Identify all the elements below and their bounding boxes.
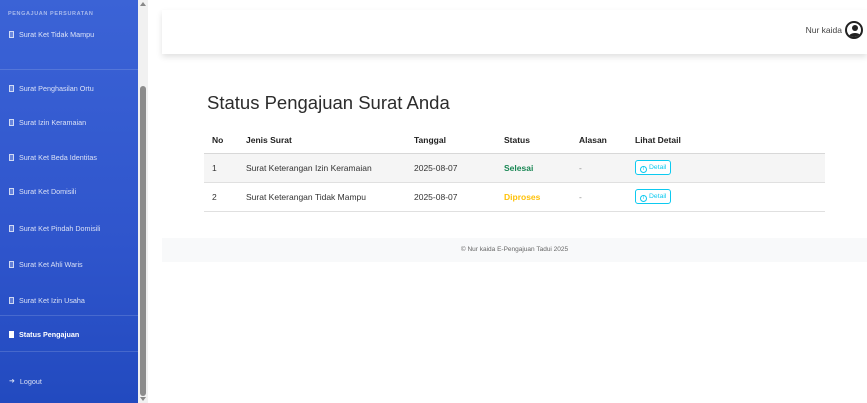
sidebar-item-surat-ket-domisili[interactable]: Surat Ket Domisili	[0, 173, 138, 209]
sidebar-item-label: Surat Izin Keramaian	[19, 117, 87, 127]
scroll-down-icon[interactable]	[140, 397, 146, 401]
sidebar-item-label: Surat Ket Pindah Domisili	[19, 223, 101, 233]
sidebar-item-surat-ket-beda-identitas[interactable]: Surat Ket Beda Identitas	[0, 139, 138, 175]
sidebar-item-surat-ket-tidak-mampu[interactable]: Surat Ket Tidak Mampu	[0, 16, 138, 52]
footer: © Nur kaida E-Pengajuan Tadui 2025	[162, 238, 867, 262]
cell-jenis-surat: Surat Keterangan Tidak Mampu	[238, 181, 406, 212]
document-icon	[9, 118, 14, 126]
cell-detail: i Detail	[627, 152, 825, 182]
sidebar-item-status-pengajuan[interactable]: Status Pengajuan	[0, 316, 138, 352]
sidebar-item-surat-ket-ahli-waris[interactable]: Surat Ket Ahli Waris	[0, 246, 138, 282]
logout-label: Logout	[19, 376, 42, 386]
sidebar-divider	[0, 351, 138, 352]
cell-alasan: -	[571, 152, 627, 182]
document-icon	[9, 224, 14, 232]
detail-label: Detail	[649, 193, 667, 200]
logout-link[interactable]: ➜ Logout	[0, 363, 138, 399]
table-icon	[9, 330, 14, 338]
sidebar-item-label: Surat Ket Tidak Mampu	[19, 29, 95, 39]
header-lihat-detail: Lihat Detail	[627, 127, 825, 154]
table-header-row: No Jenis Surat Tanggal Status Alasan Lih…	[204, 127, 825, 154]
document-icon	[9, 30, 14, 38]
header-alasan: Alasan	[571, 127, 627, 154]
user-avatar-icon[interactable]	[845, 21, 863, 39]
page-title: Status Pengajuan Surat Anda	[207, 92, 450, 113]
detail-button[interactable]: i Detail	[635, 160, 672, 175]
status-badge: Selesai	[496, 152, 571, 182]
cell-detail: i Detail	[627, 181, 825, 212]
sidebar-item-label: Status Pengajuan	[19, 329, 80, 339]
document-icon	[9, 296, 14, 304]
sidebar-item-surat-penghasilan-ortu[interactable]: Surat Penghasilan Ortu	[0, 70, 138, 106]
info-icon: i	[640, 195, 647, 202]
status-table: No Jenis Surat Tanggal Status Alasan Lih…	[204, 127, 825, 212]
header-jenis-surat: Jenis Surat	[238, 127, 406, 154]
logout-icon: ➜	[9, 378, 15, 385]
sidebar-item-label: Surat Ket Ahli Waris	[19, 259, 83, 269]
sidebar-item-surat-izin-keramaian[interactable]: Surat Izin Keramaian	[0, 104, 138, 140]
header-no: No	[204, 127, 238, 154]
cell-jenis-surat: Surat Keterangan Izin Keramaian	[238, 152, 406, 182]
sidebar-item-label: Surat Ket Izin Usaha	[19, 295, 85, 305]
footer-text: © Nur kaida E-Pengajuan Tadui 2025	[460, 246, 569, 253]
sidebar-item-label: Surat Penghasilan Ortu	[19, 83, 94, 93]
scroll-up-icon[interactable]	[140, 2, 146, 6]
sidebar-item-label: Surat Ket Beda Identitas	[19, 152, 97, 162]
document-icon	[9, 187, 14, 195]
scroll-thumb[interactable]	[140, 86, 146, 396]
sidebar-scrollbar[interactable]	[138, 0, 148, 403]
table-row: 2 Surat Keterangan Tidak Mampu 2025-08-0…	[204, 181, 825, 212]
cell-tanggal: 2025-08-07	[406, 181, 496, 212]
info-icon: i	[640, 166, 647, 173]
cell-no: 1	[204, 152, 238, 182]
document-icon	[9, 153, 14, 161]
detail-label: Detail	[649, 164, 667, 171]
document-icon	[9, 84, 14, 92]
cell-alasan: -	[571, 181, 627, 212]
document-icon	[9, 260, 14, 268]
table-row: 1 Surat Keterangan Izin Keramaian 2025-0…	[204, 152, 825, 182]
sidebar: PENGAJUAN PERSURATAN Surat Ket Tidak Mam…	[0, 0, 138, 403]
sidebar-item-surat-ket-izin-usaha[interactable]: Surat Ket Izin Usaha	[0, 282, 138, 318]
header-status: Status	[496, 127, 571, 154]
cell-no: 2	[204, 181, 238, 212]
user-name[interactable]: Nur kaida	[806, 25, 842, 35]
topbar: Nur kaida	[162, 10, 867, 54]
cell-tanggal: 2025-08-07	[406, 152, 496, 182]
detail-button[interactable]: i Detail	[635, 189, 672, 204]
sidebar-item-surat-ket-pindah-domisili[interactable]: Surat Ket Pindah Domisili	[0, 210, 138, 246]
header-tanggal: Tanggal	[406, 127, 496, 154]
sidebar-item-label: Surat Ket Domisili	[19, 186, 77, 196]
status-badge: Diproses	[496, 181, 571, 212]
